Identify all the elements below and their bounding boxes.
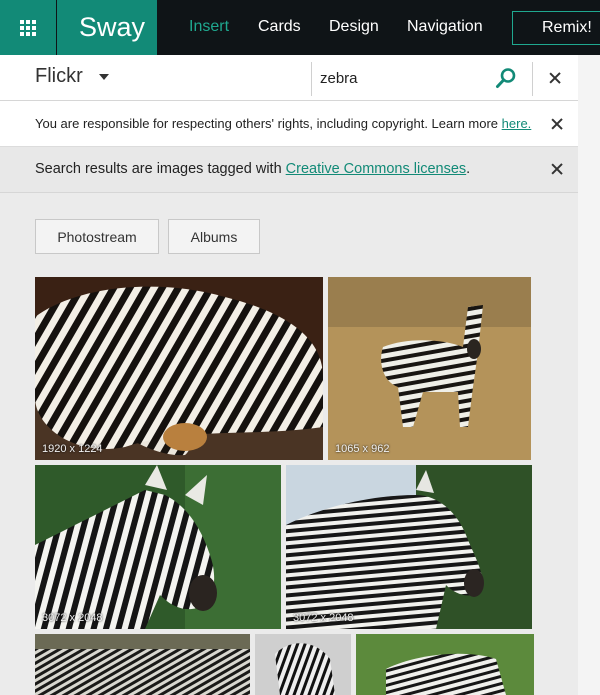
dismiss-rights-icon[interactable] <box>550 117 564 131</box>
result-thumbnail[interactable]: 3072 x 2048 <box>35 465 281 629</box>
creative-commons-link[interactable]: Creative Commons licenses <box>286 161 467 177</box>
app-launcher-button[interactable] <box>0 0 56 55</box>
photostream-button[interactable]: Photostream <box>35 219 159 254</box>
source-label: Flickr <box>35 65 83 87</box>
cc-notice-text: Search results are images tagged with Cr… <box>35 161 471 177</box>
app-brand: Sway <box>57 0 157 55</box>
close-search-icon[interactable] <box>548 71 562 85</box>
image-dimensions: 1065 x 962 <box>335 443 390 455</box>
tab-navigation[interactable]: Navigation <box>407 18 483 36</box>
search-bar: Flickr <box>0 55 578 101</box>
result-thumbnail[interactable] <box>356 634 534 695</box>
remix-button[interactable]: Remix! <box>512 11 600 45</box>
tab-cards[interactable]: Cards <box>258 18 301 36</box>
source-dropdown[interactable]: Flickr <box>35 65 109 88</box>
cc-notice: Search results are images tagged with Cr… <box>0 147 578 193</box>
learn-more-link[interactable]: here. <box>502 116 532 131</box>
tab-insert[interactable]: Insert <box>189 18 229 36</box>
zebra-photo <box>35 465 281 629</box>
search-input[interactable] <box>320 65 485 91</box>
page-scroll-area <box>578 55 600 695</box>
waffle-icon <box>20 19 36 36</box>
divider <box>532 62 533 96</box>
image-dimensions: 1920 x 1224 <box>42 443 103 455</box>
image-dimensions: 3072 x 2048 <box>42 612 103 624</box>
result-thumbnail[interactable] <box>35 634 250 695</box>
albums-button[interactable]: Albums <box>168 219 260 254</box>
image-dimensions: 3072 x 2048 <box>293 612 354 624</box>
result-thumbnail[interactable]: 3072 x 2048 <box>286 465 532 629</box>
zebra-photo <box>35 277 323 460</box>
app-header: Sway Insert Cards Design Navigation Remi… <box>0 0 600 55</box>
zebra-photo <box>328 277 531 460</box>
dismiss-cc-icon[interactable] <box>550 162 564 176</box>
caret-down-icon <box>98 73 109 80</box>
rights-notice: You are responsible for respecting other… <box>0 101 578 147</box>
tab-design[interactable]: Design <box>329 18 379 36</box>
result-thumbnail[interactable] <box>255 634 351 695</box>
result-thumbnail[interactable]: 1920 x 1224 <box>35 277 323 460</box>
divider <box>311 62 312 96</box>
insert-panel: Flickr You are responsible for respectin… <box>0 55 578 695</box>
result-thumbnail[interactable]: 1065 x 962 <box>328 277 531 460</box>
zebra-photo <box>286 465 532 629</box>
search-icon[interactable] <box>494 66 518 90</box>
zebra-photo <box>356 634 534 695</box>
zebra-photo <box>35 634 250 695</box>
zebra-photo <box>255 634 351 695</box>
rights-notice-text: You are responsible for respecting other… <box>35 116 532 131</box>
